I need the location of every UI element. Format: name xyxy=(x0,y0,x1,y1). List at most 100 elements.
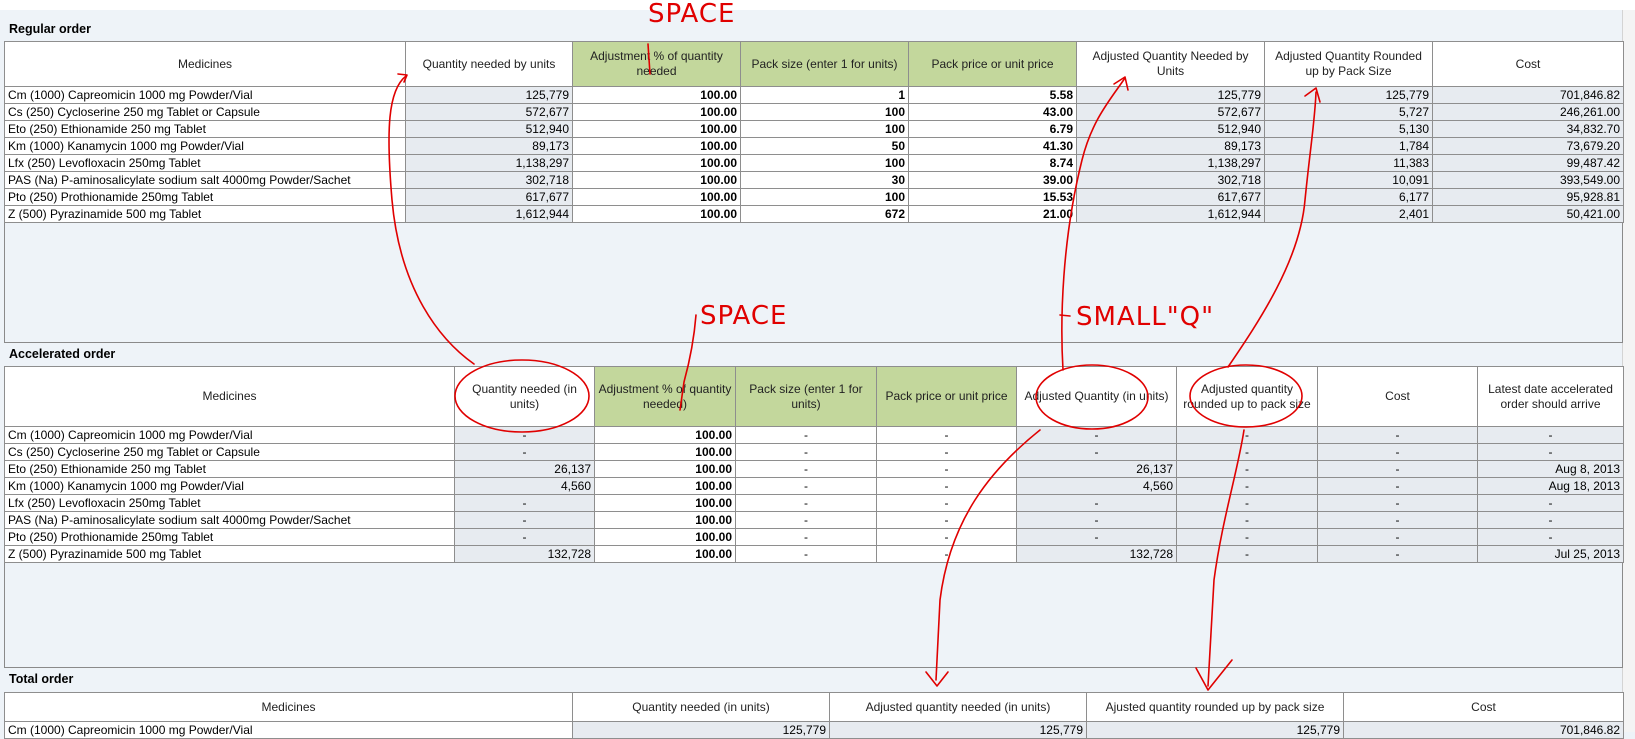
col-pack-price: Pack price or unit price xyxy=(908,41,1077,87)
adjustment-input[interactable]: 100.00 xyxy=(594,545,736,563)
adjustment-input[interactable]: 100.00 xyxy=(594,426,736,444)
adjustment-input[interactable]: 100.00 xyxy=(572,120,741,138)
col-latest-date: Latest date accelerated order should arr… xyxy=(1477,366,1624,427)
rounded-quantity-cell: - xyxy=(1176,494,1318,512)
rounded-quantity-cell: - xyxy=(1176,443,1318,461)
regular-order-title: Regular order xyxy=(9,22,91,36)
pack-size-cell: - xyxy=(735,477,877,495)
quantity-needed-cell: 125,779 xyxy=(405,86,573,104)
table-row: Z (500) Pyrazinamide 500 mg Tablet 1,612,… xyxy=(4,205,1624,223)
table-row: Cm (1000) Capreomicin 1000 mg Powder/Via… xyxy=(4,721,1624,739)
quantity-needed-cell: 617,677 xyxy=(405,188,573,206)
adjusted-quantity-cell: 1,612,944 xyxy=(1076,205,1265,223)
pack-size-cell: - xyxy=(735,426,877,444)
adjustment-input[interactable]: 100.00 xyxy=(572,86,741,104)
cost-cell: 246,261.00 xyxy=(1432,103,1624,121)
rounded-quantity-cell: 5,727 xyxy=(1264,103,1433,121)
pack-price-input[interactable]: 41.30 xyxy=(908,137,1077,155)
pack-size-input[interactable]: 672 xyxy=(740,205,909,223)
table-row: PAS (Na) P-aminosalicylate sodium salt 4… xyxy=(4,511,1624,529)
adjustment-input[interactable]: 100.00 xyxy=(594,511,736,529)
rounded-quantity-cell: 125,779 xyxy=(1264,86,1433,104)
col-pack-size: Pack size (enter 1 for units) xyxy=(740,41,909,87)
latest-date-cell: - xyxy=(1477,426,1624,444)
adjustment-input[interactable]: 100.00 xyxy=(572,154,741,172)
adjustment-input[interactable]: 100.00 xyxy=(572,137,741,155)
pack-price-input[interactable]: 5.58 xyxy=(908,86,1077,104)
pack-price-input[interactable]: 21.00 xyxy=(908,205,1077,223)
adjustment-input[interactable]: 100.00 xyxy=(594,528,736,546)
pack-price-input[interactable]: 43.00 xyxy=(908,103,1077,121)
medicine-name: PAS (Na) P-aminosalicylate sodium salt 4… xyxy=(4,511,455,529)
rounded-quantity-cell: - xyxy=(1176,528,1318,546)
quantity-needed-cell: 512,940 xyxy=(405,120,573,138)
pack-price-input[interactable]: 15.53 xyxy=(908,188,1077,206)
col-pack-size: Pack size (enter 1 for units) xyxy=(735,366,877,427)
pack-price-input[interactable]: 6.79 xyxy=(908,120,1077,138)
table-row: Lfx (250) Levofloxacin 250mg Tablet 1,138… xyxy=(4,154,1624,172)
rounded-quantity-cell: 6,177 xyxy=(1264,188,1433,206)
rounded-quantity-cell: 125,779 xyxy=(1086,721,1344,739)
pack-size-input[interactable]: 30 xyxy=(740,171,909,189)
pack-size-input[interactable]: 50 xyxy=(740,137,909,155)
table-row: Km (1000) Kanamycin 1000 mg Powder/Vial 8… xyxy=(4,137,1624,155)
pack-size-input[interactable]: 1 xyxy=(740,86,909,104)
col-adjusted-quantity: Adjusted quantity needed (in units) xyxy=(829,692,1087,722)
adjustment-input[interactable]: 100.00 xyxy=(594,494,736,512)
adjustment-input[interactable]: 100.00 xyxy=(572,205,741,223)
rounded-quantity-cell: 2,401 xyxy=(1264,205,1433,223)
adjustment-input[interactable]: 100.00 xyxy=(572,103,741,121)
quantity-needed-cell: 125,779 xyxy=(572,721,830,739)
pack-price-cell: - xyxy=(876,460,1017,478)
pack-size-input[interactable]: 100 xyxy=(740,103,909,121)
total-order-title: Total order xyxy=(9,672,74,686)
adjusted-quantity-cell: 512,940 xyxy=(1076,120,1265,138)
medicine-name: Z (500) Pyrazinamide 500 mg Tablet xyxy=(4,545,455,563)
medicine-name: Km (1000) Kanamycin 1000 mg Powder/Vial xyxy=(4,477,455,495)
accelerated-order-title: Accelerated order xyxy=(9,347,116,361)
pack-price-input[interactable]: 39.00 xyxy=(908,171,1077,189)
col-medicines: Medicines xyxy=(4,692,573,722)
adjusted-quantity-cell: - xyxy=(1016,426,1177,444)
rounded-quantity-cell: - xyxy=(1176,426,1318,444)
col-rounded-quantity: Adjusted quantity rounded up to pack siz… xyxy=(1176,366,1318,427)
pack-size-input[interactable]: 100 xyxy=(740,120,909,138)
adjustment-input[interactable]: 100.00 xyxy=(594,443,736,461)
latest-date-cell: Aug 8, 2013 xyxy=(1477,460,1624,478)
pack-price-cell: - xyxy=(876,494,1017,512)
adjustment-input[interactable]: 100.00 xyxy=(594,477,736,495)
adjusted-quantity-cell: - xyxy=(1016,511,1177,529)
pack-size-cell: - xyxy=(735,528,877,546)
pack-size-input[interactable]: 100 xyxy=(740,188,909,206)
medicine-name: Lfx (250) Levofloxacin 250mg Tablet xyxy=(4,494,455,512)
adjustment-input[interactable]: 100.00 xyxy=(572,188,741,206)
col-rounded-quantity: Adjusted Quantity Rounded up by Pack Siz… xyxy=(1264,41,1433,87)
accelerated-order-table: Medicines Quantity needed (in units) Adj… xyxy=(4,366,1624,563)
medicine-name: Eto (250) Ethionamide 250 mg Tablet xyxy=(4,460,455,478)
rounded-quantity-cell: 11,383 xyxy=(1264,154,1433,172)
medicine-name: Cm (1000) Capreomicin 1000 mg Powder/Via… xyxy=(4,721,573,739)
quantity-needed-cell: 4,560 xyxy=(454,477,595,495)
cost-cell: - xyxy=(1317,426,1478,444)
medicine-name: Cm (1000) Capreomicin 1000 mg Powder/Via… xyxy=(4,426,455,444)
regular-order-table: Medicines Quantity needed by units Adjus… xyxy=(4,41,1624,223)
cost-cell: - xyxy=(1317,528,1478,546)
col-cost: Cost xyxy=(1432,41,1624,87)
cost-cell: 73,679.20 xyxy=(1432,137,1624,155)
quantity-needed-cell: 26,137 xyxy=(454,460,595,478)
col-adjustment: Adjustment % of quantity needed) xyxy=(594,366,736,427)
adjusted-quantity-cell: 125,779 xyxy=(1076,86,1265,104)
adjustment-input[interactable]: 100.00 xyxy=(594,460,736,478)
rounded-quantity-cell: - xyxy=(1176,477,1318,495)
adjusted-quantity-cell: 572,677 xyxy=(1076,103,1265,121)
pack-size-input[interactable]: 100 xyxy=(740,154,909,172)
col-rounded-quantity: Ajusted quantity rounded up by pack size xyxy=(1086,692,1344,722)
rounded-quantity-cell: - xyxy=(1176,460,1318,478)
adjusted-quantity-cell: - xyxy=(1016,494,1177,512)
quantity-needed-cell: - xyxy=(454,426,595,444)
pack-price-input[interactable]: 8.74 xyxy=(908,154,1077,172)
latest-date-cell: - xyxy=(1477,511,1624,529)
adjustment-input[interactable]: 100.00 xyxy=(572,171,741,189)
pack-size-cell: - xyxy=(735,443,877,461)
table-row: Cs (250) Cycloserine 250 mg Tablet or Ca… xyxy=(4,443,1624,461)
